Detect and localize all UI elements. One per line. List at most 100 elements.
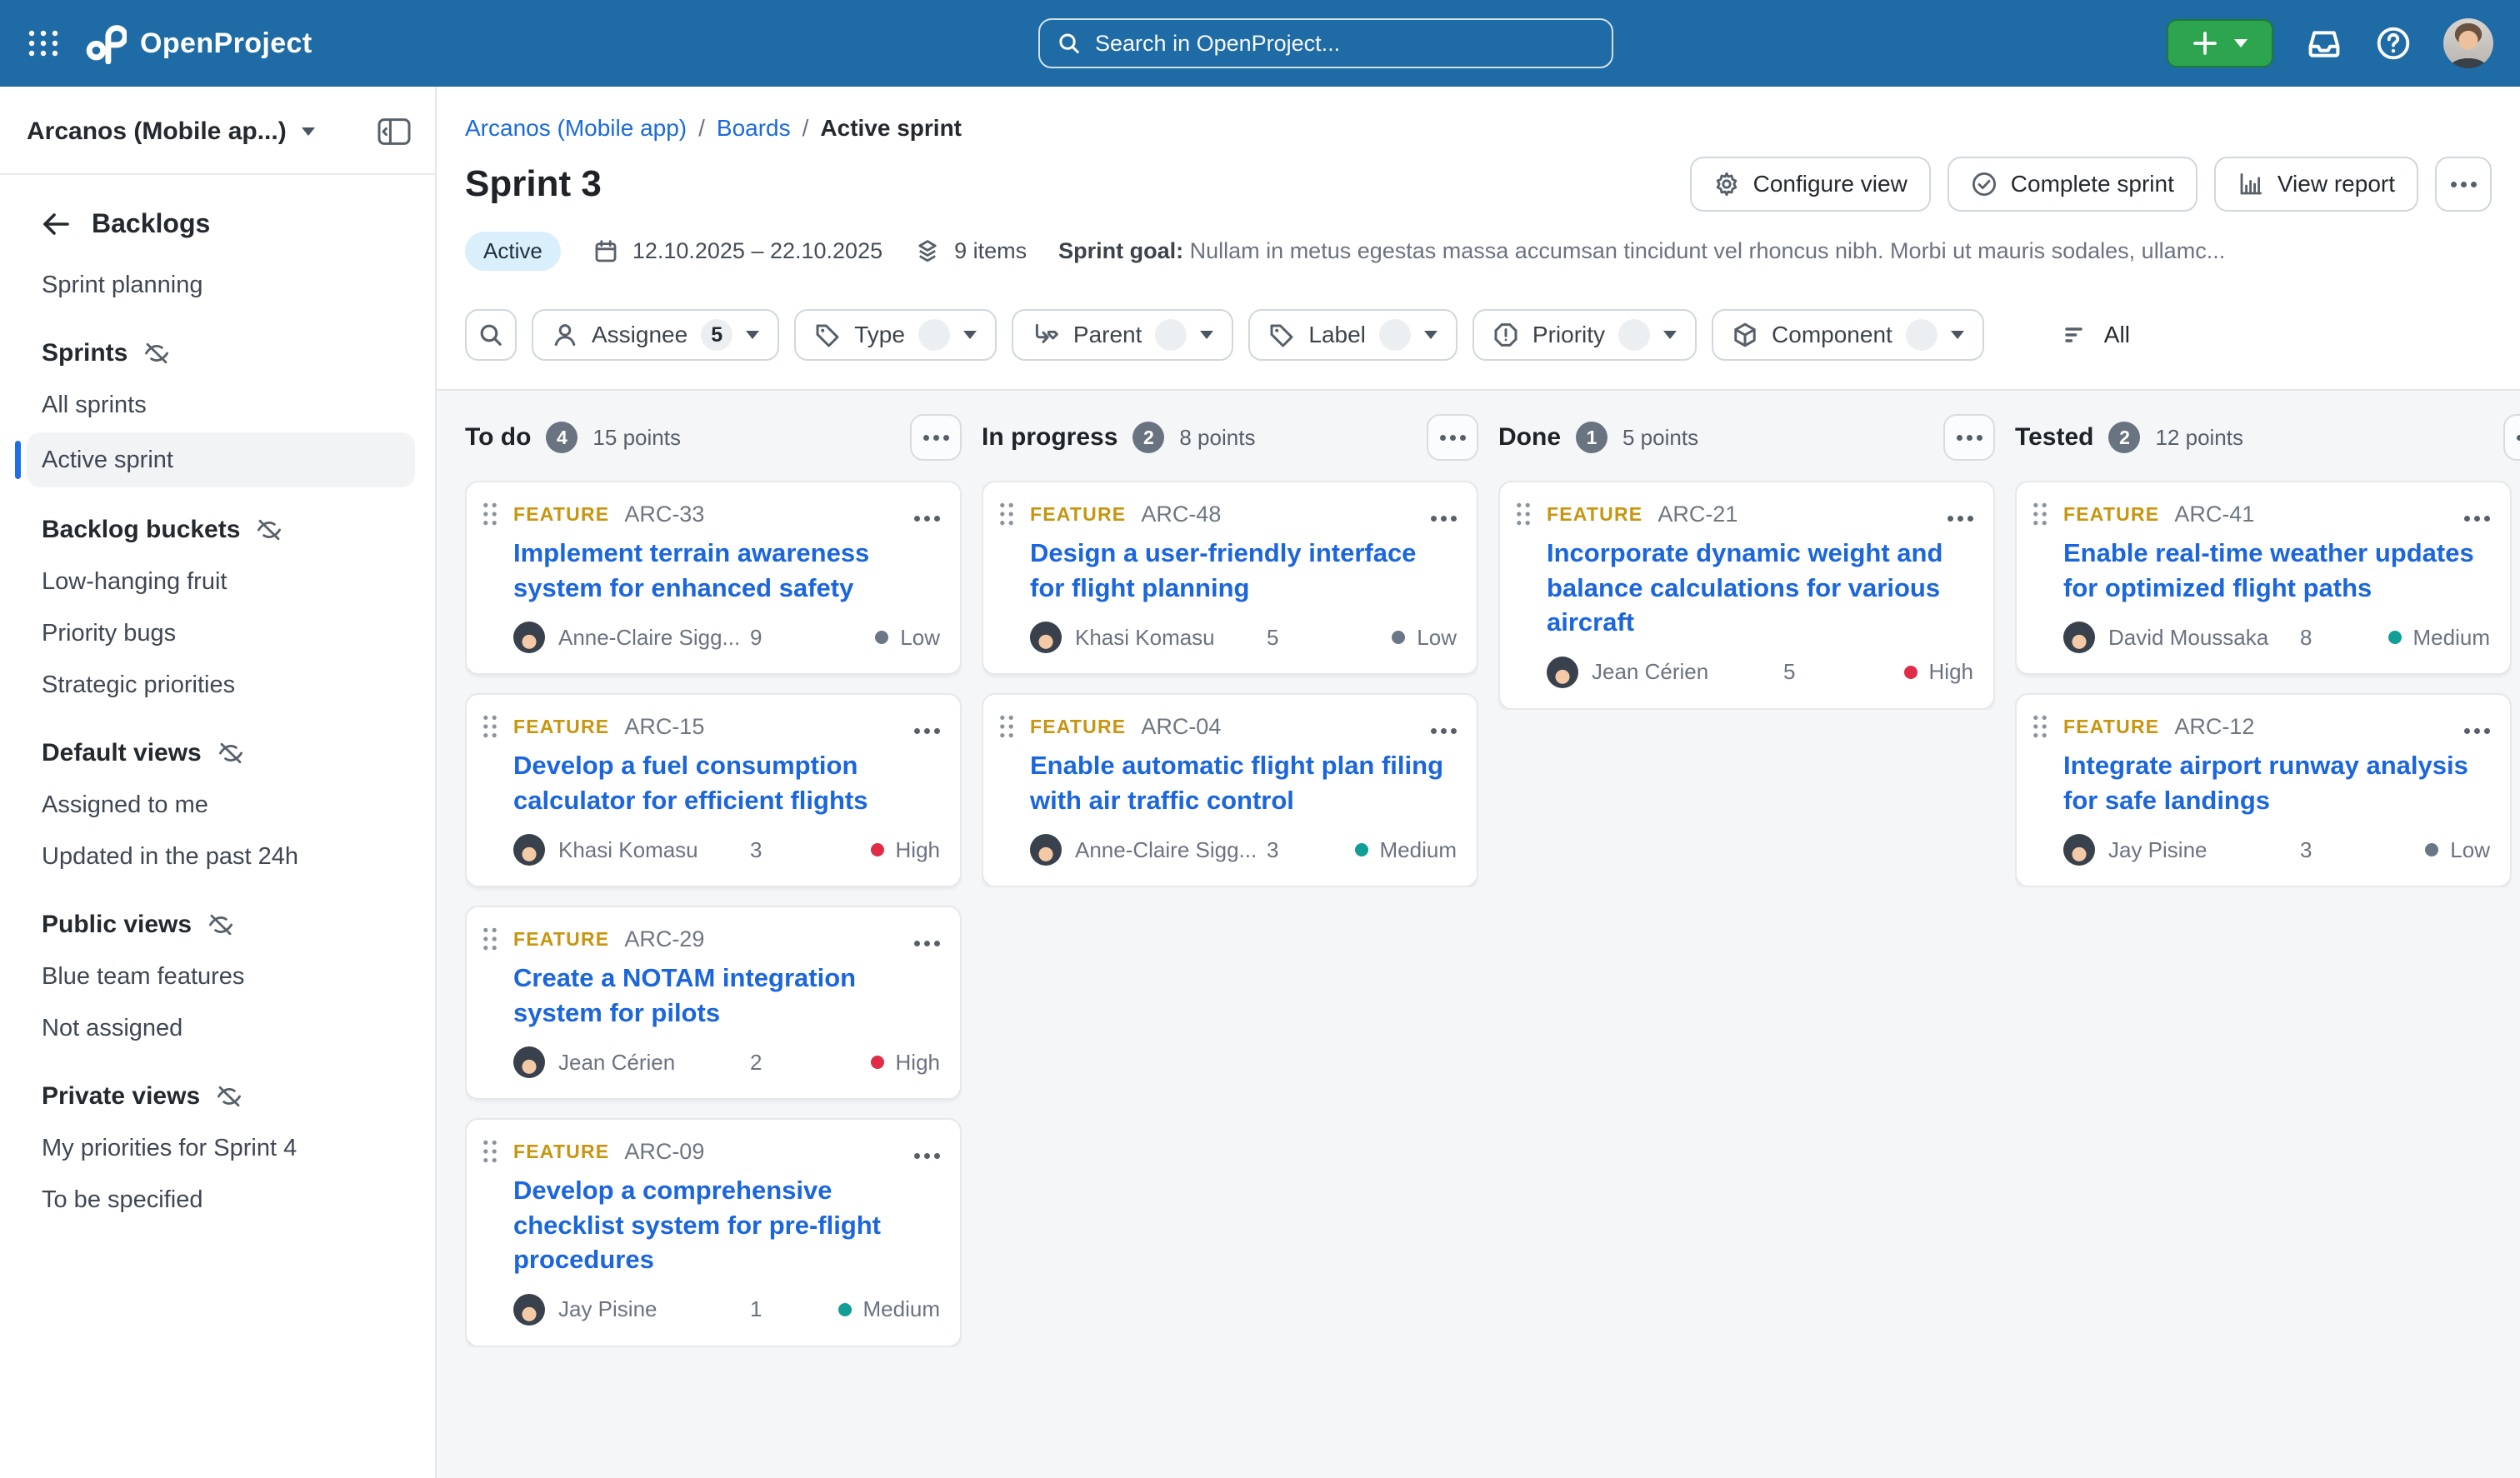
breadcrumb-boards-link[interactable]: Boards — [717, 115, 791, 142]
card-menu-button[interactable] — [1941, 495, 1973, 534]
card-menu-button[interactable] — [1424, 707, 1457, 746]
assignee-name: Anne-Claire Sigg... — [1075, 837, 1267, 863]
more-actions-button[interactable] — [2435, 157, 2492, 212]
logo-wordmark: OpenProject — [140, 27, 312, 60]
card-title-link[interactable]: Integrate airport runway analysis for sa… — [2063, 748, 2490, 817]
ellipsis-icon — [2517, 435, 2520, 441]
filter-search-button[interactable] — [465, 309, 517, 361]
drag-handle-icon[interactable] — [2032, 714, 2048, 739]
items-count-text: 9 items — [954, 238, 1027, 264]
sidebar-item-strategic-priorities[interactable]: Strategic priorities — [0, 659, 435, 711]
create-button[interactable] — [2167, 19, 2273, 67]
sidebar-item-my-priorities-for-sprint-4[interactable]: My priorities for Sprint 4 — [0, 1122, 435, 1174]
sidebar-item-active-sprint[interactable]: Active sprint — [27, 432, 415, 487]
filter-pill-parent[interactable]: Parent — [1012, 309, 1234, 361]
apps-grid-icon[interactable] — [27, 27, 60, 60]
filter-all[interactable]: All — [2062, 322, 2130, 348]
work-item-card[interactable]: FEATURE ARC-48 Design a user-friendly in… — [982, 481, 1478, 675]
priority-label: High — [896, 837, 940, 863]
sidebar-item-all-sprints[interactable]: All sprints — [0, 379, 435, 431]
work-item-card[interactable]: FEATURE ARC-33 Implement terrain awarene… — [465, 481, 962, 675]
work-item-card[interactable]: FEATURE ARC-29 Create a NOTAM integratio… — [465, 906, 962, 1100]
drag-handle-icon[interactable] — [2032, 502, 2048, 527]
work-item-card[interactable]: FEATURE ARC-21 Incorporate dynamic weigh… — [1498, 481, 1995, 710]
chevron-down-icon — [1424, 331, 1438, 339]
sidebar-item-blue-team-features[interactable]: Blue team features — [0, 951, 435, 1002]
collapse-sidebar-icon[interactable] — [377, 117, 412, 147]
card-type-label: FEATURE — [513, 1141, 609, 1163]
configure-view-label: Configure view — [1753, 171, 1908, 197]
configure-view-button[interactable]: Configure view — [1690, 157, 1931, 212]
drag-handle-icon[interactable] — [1515, 502, 1532, 527]
card-menu-button[interactable] — [908, 920, 940, 959]
sidebar-item-label: Updated in the past 24h — [42, 843, 298, 871]
card-title-link[interactable]: Create a NOTAM integration system for pi… — [513, 961, 940, 1030]
eye-off-icon — [217, 740, 245, 766]
filter-pill-label[interactable]: Label — [1248, 309, 1458, 361]
card-menu-button[interactable] — [908, 495, 940, 534]
inbox-icon[interactable] — [2305, 24, 2343, 62]
card-title-link[interactable]: Implement terrain awareness system for e… — [513, 536, 940, 605]
sidebar-item-to-be-specified[interactable]: To be specified — [0, 1174, 435, 1226]
priority-indicator: Medium — [2373, 625, 2490, 651]
ellipsis-icon — [914, 728, 920, 734]
arrow-left-icon — [42, 212, 70, 237]
card-id: ARC-04 — [1141, 714, 1221, 740]
drag-handle-icon[interactable] — [482, 502, 498, 527]
work-item-card[interactable]: FEATURE ARC-04 Enable automatic flight p… — [982, 693, 1478, 887]
filter-pill-priority[interactable]: Priority — [1472, 309, 1697, 361]
work-item-card[interactable]: FEATURE ARC-41 Enable real-time weather … — [2015, 481, 2512, 675]
column-menu-button[interactable] — [1427, 414, 1478, 461]
card-menu-button[interactable] — [1424, 495, 1457, 534]
sidebar-item-sprint-planning[interactable]: Sprint planning — [0, 259, 435, 311]
assignee-avatar — [1547, 657, 1578, 688]
drag-handle-icon[interactable] — [482, 714, 498, 739]
sidebar-back-backlogs[interactable]: Backlogs — [42, 208, 408, 239]
work-item-card[interactable]: FEATURE ARC-15 Develop a fuel consumptio… — [465, 693, 962, 887]
project-selector[interactable]: Arcanos (Mobile ap...) — [27, 117, 412, 147]
assignee-name: Jay Pisine — [558, 1296, 750, 1322]
sidebar-item-priority-bugs[interactable]: Priority bugs — [0, 607, 435, 659]
drag-handle-icon[interactable] — [998, 714, 1015, 739]
card-title-link[interactable]: Develop a fuel consumption calculator fo… — [513, 748, 940, 817]
help-icon[interactable] — [2375, 25, 2412, 62]
column-menu-button[interactable] — [2503, 414, 2520, 461]
filter-pill-assignee[interactable]: Assignee 5 — [532, 309, 779, 361]
filter-pill-component[interactable]: Component — [1712, 309, 1984, 361]
drag-handle-icon[interactable] — [998, 502, 1015, 527]
sidebar-section-header: Sprints — [0, 327, 435, 379]
work-item-card[interactable]: FEATURE ARC-09 Develop a comprehensive c… — [465, 1118, 962, 1347]
user-avatar[interactable] — [2443, 18, 2493, 68]
card-title-link[interactable]: Enable automatic flight plan filing with… — [1030, 748, 1457, 817]
work-item-card[interactable]: FEATURE ARC-12 Integrate airport runway … — [2015, 693, 2512, 887]
card-menu-button[interactable] — [908, 707, 940, 746]
card-title-link[interactable]: Develop a comprehensive checklist system… — [513, 1173, 940, 1277]
card-menu-button[interactable] — [2458, 495, 2490, 534]
card-footer: Anne-Claire Sigg... 9 Low — [513, 622, 940, 653]
sidebar-item-not-assigned[interactable]: Not assigned — [0, 1002, 435, 1054]
filter-pill-type[interactable]: Type — [794, 309, 997, 361]
breadcrumb-project-link[interactable]: Arcanos (Mobile app) — [465, 115, 687, 142]
drag-handle-icon[interactable] — [482, 926, 498, 951]
chevron-down-icon — [1663, 331, 1677, 339]
card-type-label: FEATURE — [513, 716, 609, 738]
card-title-link[interactable]: Enable real-time weather updates for opt… — [2063, 536, 2490, 605]
complete-sprint-button[interactable]: Complete sprint — [1948, 157, 2198, 212]
card-menu-button[interactable] — [908, 1132, 940, 1171]
card-footer: Khasi Komasu 3 High — [513, 834, 940, 866]
global-search-input[interactable] — [1095, 31, 1595, 57]
card-menu-button[interactable] — [2458, 707, 2490, 746]
card-title-link[interactable]: Incorporate dynamic weight and balance c… — [1547, 536, 1973, 640]
column-menu-button[interactable] — [1943, 414, 1995, 461]
global-search[interactable] — [1038, 18, 1613, 68]
openproject-logo[interactable]: OpenProject — [85, 22, 312, 64]
sidebar-item-low-hanging-fruit[interactable]: Low-hanging fruit — [0, 556, 435, 607]
card-id: ARC-15 — [624, 714, 704, 740]
sidebar-item-assigned-to-me[interactable]: Assigned to me — [0, 779, 435, 831]
sidebar-item-updated-in-the-past-24h[interactable]: Updated in the past 24h — [0, 831, 435, 882]
view-report-button[interactable]: View report — [2214, 157, 2418, 212]
card-footer: Khasi Komasu 5 Low — [1030, 622, 1457, 653]
card-title-link[interactable]: Design a user-friendly interface for fli… — [1030, 536, 1457, 605]
drag-handle-icon[interactable] — [482, 1139, 498, 1164]
column-menu-button[interactable] — [910, 414, 962, 461]
